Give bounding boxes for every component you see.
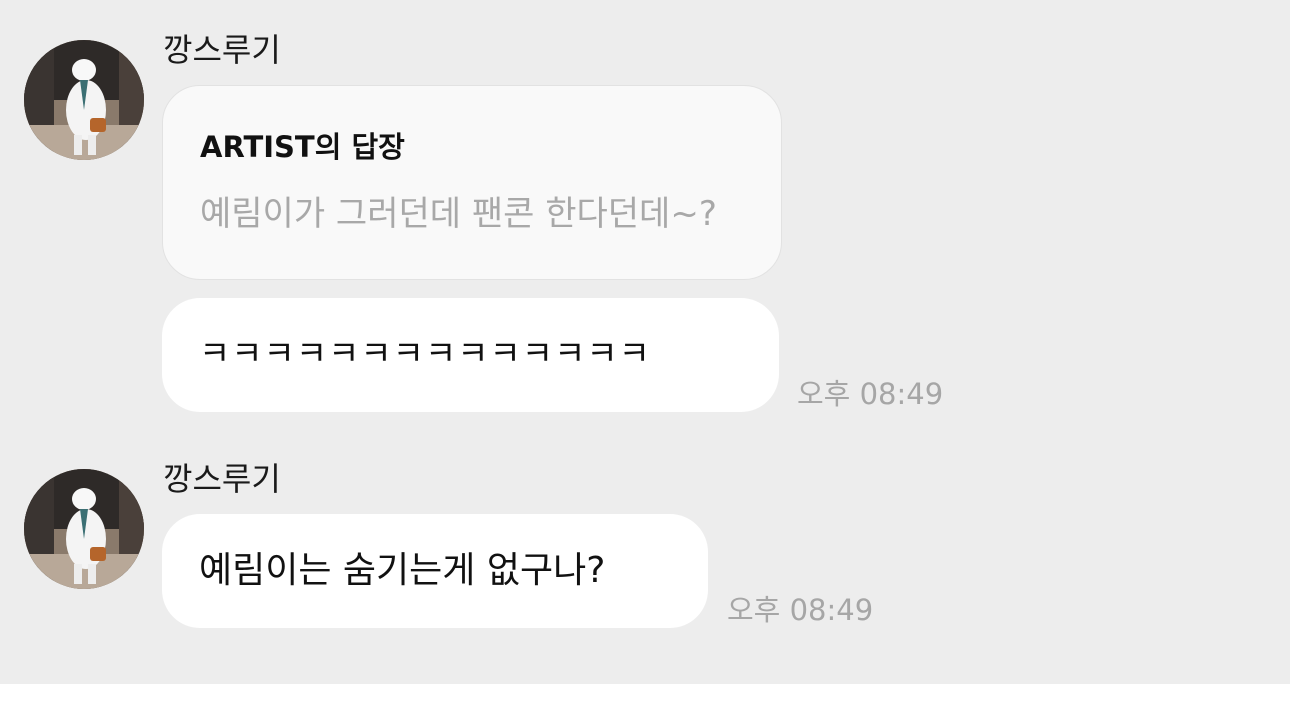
sender-name: 깡스루기 <box>163 460 281 498</box>
chat-area: 깡스루기 ARTIST의 답장 예림이가 그러던데 팬콘 한다던데~? ㅋㅋㅋㅋ… <box>0 0 1290 684</box>
input-area-edge <box>0 684 1290 703</box>
message-bubble[interactable]: 예림이는 숨기는게 없구나? <box>162 514 708 628</box>
message-bubble[interactable]: ㅋㅋㅋㅋㅋㅋㅋㅋㅋㅋㅋㅋㅋㅋ <box>162 298 779 412</box>
reply-bubble[interactable]: ARTIST의 답장 예림이가 그러던데 팬콘 한다던데~? <box>162 85 782 280</box>
sender-avatar[interactable] <box>24 40 144 160</box>
message-text: 예림이는 숨기는게 없구나? <box>199 550 606 591</box>
reply-quote: 예림이가 그러던데 팬콘 한다던데~? <box>200 194 717 234</box>
message-timestamp: 오후 08:49 <box>727 593 874 627</box>
sender-name: 깡스루기 <box>163 31 281 69</box>
message-timestamp: 오후 08:49 <box>797 377 944 411</box>
reply-title: ARTIST의 답장 <box>200 130 405 164</box>
sender-avatar[interactable] <box>24 469 144 589</box>
message-text: ㅋㅋㅋㅋㅋㅋㅋㅋㅋㅋㅋㅋㅋㅋ <box>199 334 651 374</box>
